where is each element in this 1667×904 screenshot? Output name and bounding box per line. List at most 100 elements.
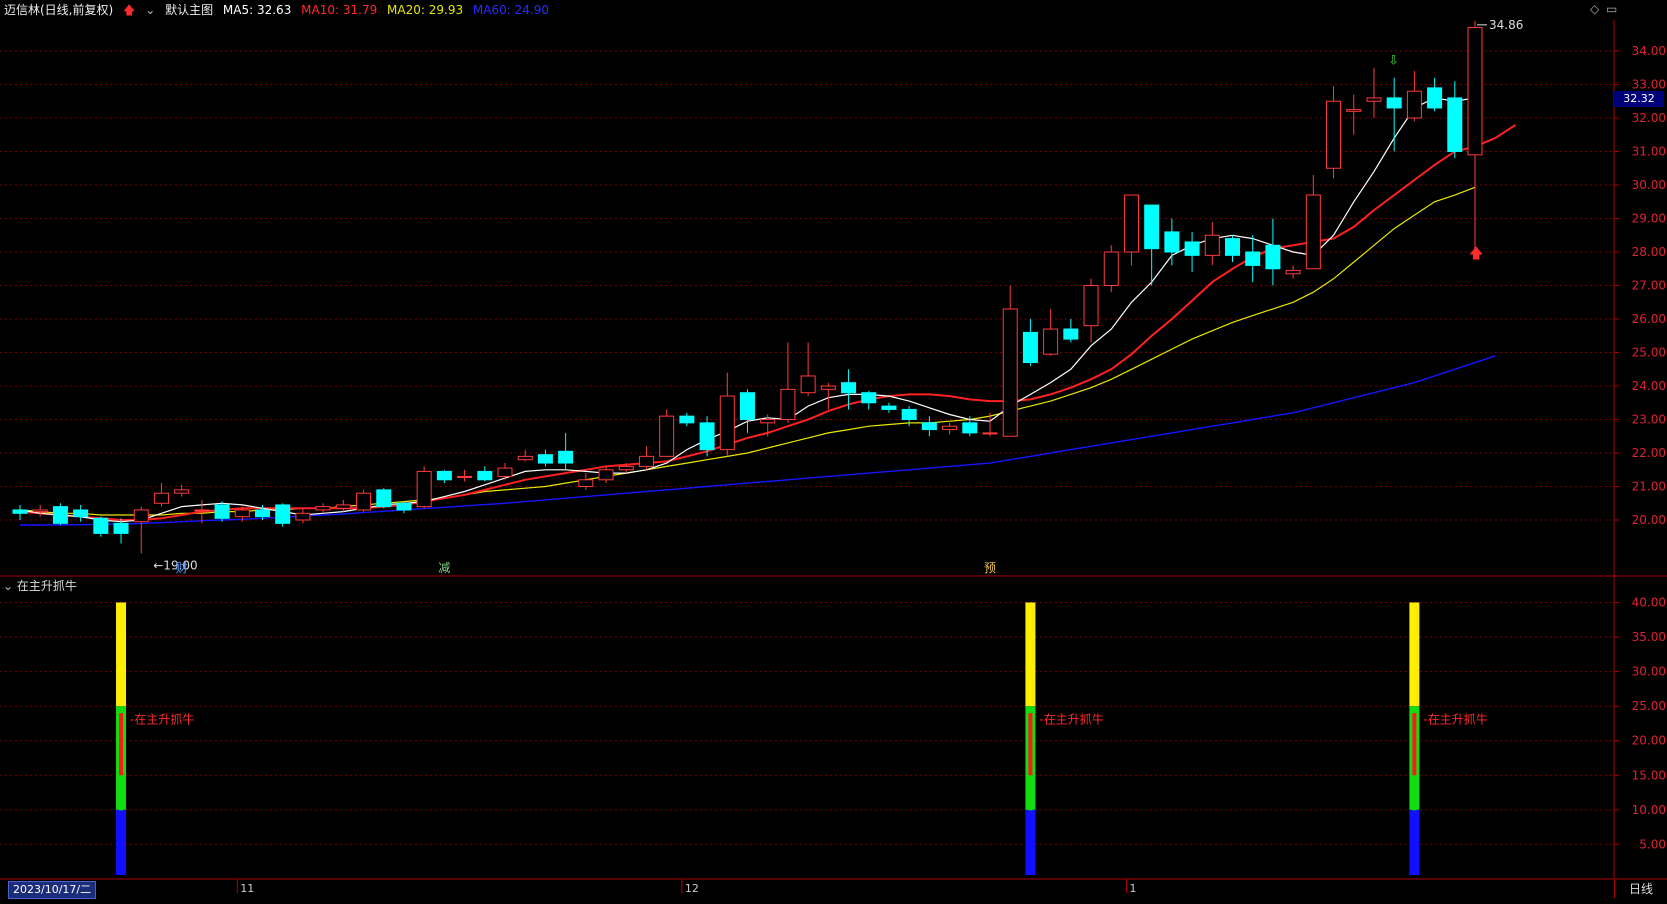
candlestick-series[interactable] (12, 20, 1483, 554)
candle (1386, 77, 1402, 152)
candle-body (1326, 100, 1342, 169)
month-label: 1 (1129, 882, 1136, 895)
indicator-title[interactable]: 在主升抓牛 (17, 579, 77, 593)
candle (32, 504, 48, 517)
period-selector[interactable]: 日线 (1614, 880, 1667, 898)
indicator-bars: -在主升抓牛 -在主升抓牛 -在主升抓牛 (116, 602, 1488, 875)
price-tick-label: 34.00 (1632, 44, 1666, 58)
candle-body (315, 506, 331, 511)
candle-body (1083, 285, 1099, 327)
candle-body (921, 422, 937, 431)
indicator-bar-blue (1409, 809, 1420, 875)
price-tick-label: 23.00 (1632, 413, 1666, 427)
candle-body (1103, 251, 1119, 286)
indicator-grid (0, 601, 1614, 845)
candle (1225, 235, 1240, 263)
candle (497, 463, 513, 480)
candle (942, 422, 958, 435)
candle (861, 391, 877, 410)
buy-arrow-icon: 🡅 (1469, 246, 1483, 262)
main-chart-label[interactable]: 默认主图 (165, 3, 213, 17)
candle-body (962, 422, 978, 434)
candle-body (1305, 194, 1321, 270)
ma60-polyline (20, 355, 1496, 526)
candle (719, 372, 735, 457)
price-tick-label: 30.00 (1632, 178, 1666, 192)
candle (1346, 94, 1362, 135)
candle-body (174, 489, 190, 494)
candle-body (477, 470, 493, 481)
candle-body (1406, 90, 1422, 119)
candle-body (1366, 97, 1382, 102)
ma60-value: MA60: 24.90 (472, 3, 549, 17)
candle-body (618, 465, 634, 471)
stock-name[interactable]: 迈信林(日线,前复权) (4, 3, 113, 17)
candle (214, 501, 230, 522)
minimize-icon[interactable]: ▭ (1606, 2, 1617, 16)
candle-body (234, 509, 250, 518)
candle (1103, 245, 1119, 293)
candle-body (861, 392, 877, 404)
chevron-down-icon[interactable]: ⌄ (145, 3, 155, 17)
sell-arrow-icon: ⇩ (1388, 53, 1399, 68)
candle (1022, 319, 1038, 366)
candle-body (740, 392, 755, 421)
candle (1184, 231, 1200, 273)
diamond-icon[interactable]: ◇ (1590, 2, 1599, 16)
chart-canvas[interactable]: -在主升抓牛 -在主升抓牛 -在主升抓牛 34.00 33.00 32.00 31.00 3… (0, 0, 1667, 904)
price-tick-label: 27.00 (1632, 279, 1666, 293)
candle (1305, 174, 1321, 270)
candle (881, 402, 897, 413)
indicator-signal-label: -在主升抓牛 (130, 711, 194, 726)
month-label: 11 (240, 882, 254, 895)
candle-body (1022, 331, 1038, 364)
candle (52, 503, 68, 526)
candle-body (52, 506, 68, 524)
candle (780, 342, 796, 423)
indicator-bar: -在主升抓牛 (1409, 602, 1488, 875)
event-marker: 财 (176, 561, 188, 575)
candle-body (1164, 231, 1180, 253)
candle (376, 488, 392, 509)
candle (477, 466, 493, 482)
candle-body (942, 425, 958, 431)
candle (416, 466, 432, 509)
candle-body (1144, 204, 1160, 250)
candle-body (1245, 251, 1261, 266)
chevron-down-icon[interactable]: ⌄ (3, 579, 13, 593)
candle-body (901, 408, 917, 421)
candle-body (396, 502, 412, 511)
candle (1204, 221, 1220, 266)
ma20-value: MA20: 29.93 (387, 3, 464, 17)
candle (659, 409, 675, 457)
price-tick-label: 20.00 (1632, 513, 1666, 527)
candle-body (457, 475, 473, 478)
ma5-polyline (19, 97, 1476, 523)
candle (1144, 204, 1160, 286)
candle-body (73, 509, 89, 518)
candle-body (1002, 308, 1018, 437)
price-tick-label: 33.00 (1632, 78, 1666, 92)
candle-body (1043, 328, 1059, 355)
candle-body (679, 415, 695, 424)
candle (315, 503, 331, 514)
candle (578, 473, 594, 490)
candle (436, 469, 452, 484)
indicator-axis: 40.00 35.00 30.00 25.00 20.00 15.00 10.00 5.00 (1614, 595, 1666, 851)
candle-body (1265, 244, 1281, 270)
indicator-bar-red (1412, 713, 1417, 776)
candle-body (659, 415, 675, 457)
indicator-bar-red (119, 713, 124, 776)
indicator-bar-red (1028, 713, 1033, 776)
candle (396, 501, 412, 514)
indicator-tick-label: 20.00 (1632, 734, 1666, 748)
month-label: 12 (685, 882, 699, 895)
candle (1366, 67, 1382, 118)
candle-body (1204, 234, 1220, 256)
indicator-title-bar: ⌄ 在主升抓牛 (0, 577, 77, 595)
candle (921, 416, 937, 437)
candle (275, 503, 291, 527)
candle-body (12, 509, 28, 514)
candle (679, 412, 695, 427)
up-arrow-icon: 🡅 (123, 3, 136, 17)
